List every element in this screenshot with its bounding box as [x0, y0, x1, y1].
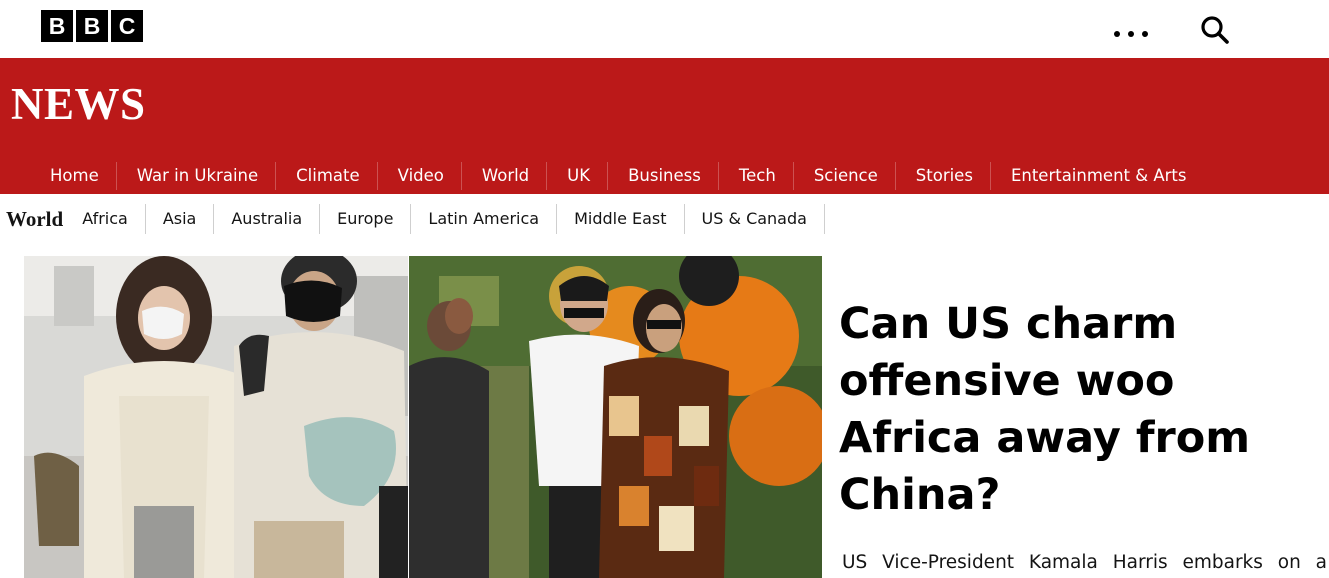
top-bar: B B C [0, 0, 1329, 58]
subnav-item-middle-east[interactable]: Middle East [557, 204, 685, 234]
subnav-item-australia[interactable]: Australia [214, 204, 321, 234]
nav-item-tech[interactable]: Tech [719, 162, 794, 190]
ellipsis-icon [1142, 31, 1148, 37]
bbc-logo[interactable]: B B C [41, 10, 143, 42]
subnav-item-latin-america[interactable]: Latin America [411, 204, 558, 234]
more-menu-button[interactable] [1106, 24, 1156, 44]
primary-nav: Home War in Ukraine Climate Video World … [30, 161, 1204, 191]
subnav-item-africa[interactable]: Africa [65, 204, 146, 234]
hero-image-right[interactable] [409, 256, 822, 578]
nav-item-home[interactable]: Home [30, 162, 117, 190]
subnav-item-us-canada[interactable]: US & Canada [685, 204, 825, 234]
logo-letter: B [76, 10, 108, 42]
nav-item-world[interactable]: World [462, 162, 548, 190]
hero-photo-airport [24, 256, 408, 578]
nav-item-uk[interactable]: UK [547, 162, 609, 190]
news-title[interactable]: NEWS [11, 78, 146, 130]
hero-image-left[interactable] [24, 256, 408, 578]
nav-item-business[interactable]: Business [608, 162, 719, 190]
nav-item-stories[interactable]: Stories [896, 162, 991, 190]
nav-item-science[interactable]: Science [794, 162, 896, 190]
logo-letter: B [41, 10, 73, 42]
section-label-world[interactable]: World [0, 207, 65, 232]
nav-item-climate[interactable]: Climate [276, 162, 378, 190]
ellipsis-icon [1114, 31, 1120, 37]
search-icon [1201, 16, 1229, 44]
ellipsis-icon [1128, 31, 1134, 37]
search-button[interactable] [1199, 14, 1231, 46]
subnav-item-europe[interactable]: Europe [320, 204, 412, 234]
hero-photo-garden [409, 256, 822, 578]
nav-item-war-in-ukraine[interactable]: War in Ukraine [117, 162, 277, 190]
nav-item-video[interactable]: Video [378, 162, 462, 190]
secondary-nav: World Africa Asia Australia Europe Latin… [0, 200, 825, 238]
logo-letter: C [111, 10, 143, 42]
subnav-item-asia[interactable]: Asia [146, 204, 215, 234]
article-headline[interactable]: Can US charm offensive woo Africa away f… [839, 296, 1309, 524]
nav-item-entertainment-arts[interactable]: Entertainment & Arts [991, 162, 1204, 190]
news-masthead: NEWS Home War in Ukraine Climate Video W… [0, 58, 1329, 194]
article-summary: US Vice-President Kamala Harris embarks … [842, 552, 1327, 573]
